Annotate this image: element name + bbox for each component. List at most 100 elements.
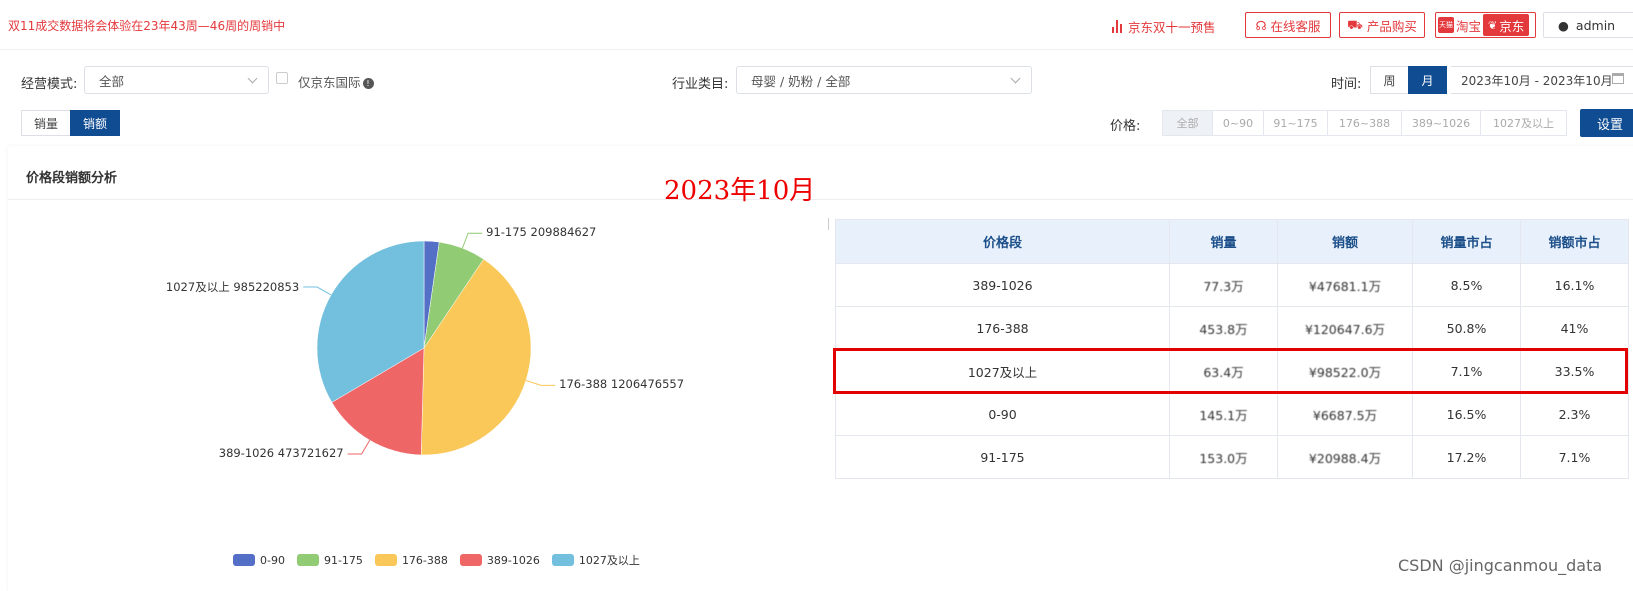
settings-button[interactable]: 设置 <box>1580 109 1633 137</box>
info-icon[interactable]: ! <box>362 78 374 89</box>
price-option-1027-up[interactable]: 1027及以上 <box>1480 110 1567 136</box>
platform-taobao[interactable]: 天猫 淘宝 <box>1437 16 1481 35</box>
industry-select[interactable]: 母婴 / 奶粉 / 全部 <box>736 66 1032 94</box>
online-service-button[interactable]: ☊ 在线客服 <box>1245 12 1331 38</box>
tmall-logo-icon: 天猫 <box>1438 17 1454 33</box>
table-row: 91-175 153.0万 ¥20988.4万 17.2% 7.1% <box>835 435 1629 479</box>
price-option-91-175[interactable]: 91~175 <box>1263 110 1328 136</box>
table-cell: 16.5% <box>1412 392 1521 436</box>
table-cell: 16.1% <box>1520 263 1629 307</box>
user-menu[interactable]: ● admin <box>1543 12 1633 38</box>
jd-logo-icon: ❦ <box>1488 18 1498 32</box>
legend-item[interactable]: 0-90 <box>233 554 285 567</box>
pie-label: 91-175 209884627 <box>486 225 597 240</box>
mode-select[interactable]: 全部 <box>84 66 269 94</box>
time-label: 时间: <box>1331 77 1362 92</box>
col-header[interactable]: 销量 <box>1169 219 1278 264</box>
pie-leader-line <box>303 286 332 296</box>
price-option-all[interactable]: 全部 <box>1162 110 1213 136</box>
jd-intl-label: 仅京东国际! <box>298 72 374 91</box>
col-header[interactable]: 价格段 <box>835 219 1170 264</box>
date-range-picker[interactable]: 2023年10月 - 2023年10月 <box>1451 66 1633 94</box>
table-row: 176-388 453.8万 ¥120647.6万 50.8% 41% <box>835 306 1629 350</box>
pie-label: 176-388 1206476557 <box>559 377 685 392</box>
username: admin <box>1575 17 1616 33</box>
chevron-down-icon <box>1010 73 1021 84</box>
col-header[interactable]: 销量市占 <box>1412 219 1521 264</box>
time-week-button[interactable]: 周 <box>1370 66 1409 94</box>
legend-item[interactable]: 1027及以上 <box>551 552 640 568</box>
table-cell: 91-175 <box>835 435 1170 479</box>
table-cell: ¥47681.1万 <box>1277 263 1413 307</box>
col-header[interactable]: 销额市占 <box>1520 219 1629 264</box>
legend-swatch <box>233 554 255 566</box>
industry-label: 行业类目: <box>672 77 729 92</box>
table-cell: 145.1万 <box>1169 392 1278 436</box>
online-service-label: 在线客服 <box>1270 18 1321 34</box>
product-purchase-button[interactable]: ⛟ 产品购买 <box>1339 12 1425 38</box>
table-cell: 153.0万 <box>1169 435 1278 479</box>
table-cell: 0-90 <box>835 392 1170 436</box>
mode-value: 全部 <box>99 73 125 89</box>
jd-intl-text: 仅京东国际 <box>298 75 361 90</box>
table-cell: 50.8% <box>1412 306 1521 350</box>
mode-label: 经营模式: <box>21 77 78 92</box>
table-cell: ¥6687.5万 <box>1277 392 1413 436</box>
platform-jd[interactable]: ❦ 京东 <box>1483 14 1530 36</box>
metric-amount-button[interactable]: 销额 <box>70 110 120 136</box>
cart-icon: ⛟ <box>1347 16 1363 32</box>
legend-item[interactable]: 91-175 <box>296 554 363 567</box>
divider-line <box>828 218 829 230</box>
watermark: CSDN @jingcanmou_data <box>1398 556 1603 575</box>
table-cell: 41% <box>1520 306 1629 350</box>
table-cell: 2.3% <box>1520 392 1629 436</box>
jd-intl-checkbox[interactable] <box>276 72 288 84</box>
chevron-down-icon <box>247 73 258 84</box>
table-header-row: 价格段 销量 销额 销量市占 销额市占 <box>835 219 1629 264</box>
price-option-389-1026[interactable]: 389~1026 <box>1401 110 1481 136</box>
chart-legend: 0-90 91-175 176-388 389-1026 1027及以上 <box>233 552 640 568</box>
user-icon: ● <box>1558 17 1569 33</box>
pie-label: 1027及以上 985220853 <box>165 280 300 294</box>
announcement-text: 双11成交数据将会体验在23年43周—46周的周销中 <box>8 19 286 33</box>
pie-leader-line <box>525 380 556 386</box>
table-cell: 17.2% <box>1412 435 1521 479</box>
price-option-0-90[interactable]: 0~90 <box>1212 110 1264 136</box>
table-row: 0-90 145.1万 ¥6687.5万 16.5% 2.3% <box>835 392 1629 436</box>
price-range-filter: 全部 0~90 91~175 176~388 389~1026 1027及以上 <box>1162 110 1567 136</box>
table-cell: 176-388 <box>835 306 1170 350</box>
table-cell: 7.1% <box>1520 435 1629 479</box>
calendar-icon[interactable] <box>1612 73 1624 84</box>
pie-label: 389-1026 473721627 <box>218 446 344 460</box>
table-row: 389-1026 77.3万 ¥47681.1万 8.5% 16.1% <box>835 263 1629 307</box>
table-cell: ¥20988.4万 <box>1277 435 1413 479</box>
legend-item[interactable]: 176-388 <box>374 554 448 567</box>
pie-leader-line <box>347 439 371 455</box>
legend-label: 0-90 <box>260 553 285 567</box>
jd-presale-label: 京东双十一预售 <box>1128 20 1216 35</box>
metric-switch: 销量 销额 <box>21 110 120 136</box>
metric-volume-button[interactable]: 销量 <box>21 110 71 136</box>
table-cell: 77.3万 <box>1169 263 1278 307</box>
legend-swatch <box>296 554 319 566</box>
time-month-button[interactable]: 月 <box>1408 66 1447 94</box>
time-granularity: 周 月 <box>1370 66 1447 94</box>
jd-presale-link[interactable]: 京东双十一预售 <box>1112 17 1216 36</box>
bar-chart-icon <box>1112 20 1122 33</box>
platform-switch[interactable]: 天猫 淘宝 ❦ 京东 <box>1435 12 1536 38</box>
table-cell: 453.8万 <box>1169 306 1278 350</box>
col-header[interactable]: 销额 <box>1277 219 1413 264</box>
product-purchase-label: 产品购买 <box>1366 18 1417 34</box>
legend-label: 389-1026 <box>486 553 540 567</box>
card-title: 价格段销额分析 <box>26 171 118 186</box>
industry-value: 母婴 / 奶粉 / 全部 <box>751 73 851 89</box>
date-range-value: 2023年10月 - 2023年10月 <box>1461 73 1613 88</box>
legend-item[interactable]: 389-1026 <box>459 553 540 567</box>
price-option-176-388[interactable]: 176~388 <box>1327 110 1402 136</box>
price-label: 价格: <box>1110 119 1141 134</box>
legend-label: 1027及以上 <box>578 554 640 567</box>
price-pie-chart <box>303 232 556 456</box>
table-cell: 8.5% <box>1412 263 1521 307</box>
platform-taobao-label: 淘宝 <box>1456 18 1482 34</box>
pie-leader-line <box>461 232 483 249</box>
